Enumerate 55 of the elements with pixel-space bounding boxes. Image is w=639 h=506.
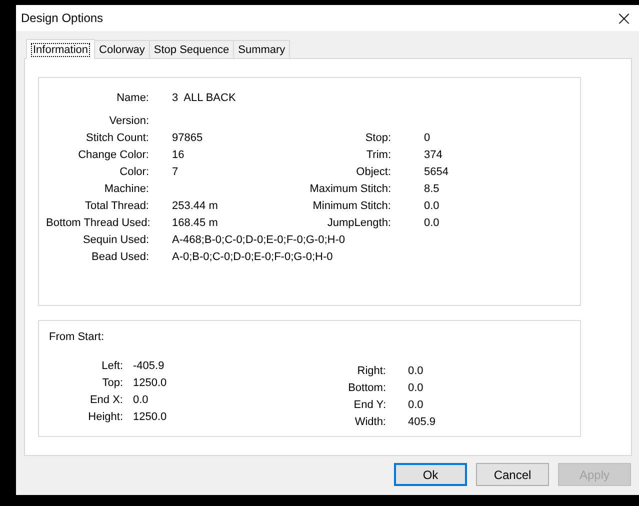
field-value: 16	[172, 149, 186, 162]
dialog-button[interactable]: Ok	[394, 463, 467, 486]
field-label: Maximum Stitch:	[308, 183, 391, 196]
field-label: Trim:	[365, 149, 391, 162]
field-value: A-468;B-0;C-0;D-0;E-0;F-0;G-0;H-0	[172, 234, 346, 247]
tab[interactable]: Summary	[233, 40, 290, 58]
field-label: Width:	[354, 416, 386, 429]
tab[interactable]: Colorway	[94, 40, 150, 58]
field-label: Machine:	[103, 183, 149, 196]
tab[interactable]: Stop Sequence	[148, 40, 234, 58]
field-value: 0.0	[423, 200, 440, 213]
field-label: Left:	[100, 360, 123, 373]
field-label: Name:	[116, 92, 149, 105]
field-value: 0.0	[423, 217, 440, 230]
field-label: Sequin Used:	[82, 234, 149, 247]
field-label: End X:	[88, 394, 123, 407]
field-label: JumpLength:	[326, 217, 391, 230]
field-label: Total Thread:	[84, 200, 149, 213]
field-value: 1250.0	[133, 411, 168, 424]
field-label: Minimum Stitch:	[312, 200, 391, 213]
field-value: 0.0	[408, 382, 424, 395]
field-label: Stop:	[364, 132, 391, 145]
field-value: -405.9	[133, 360, 166, 373]
field-value: 253.44 m	[172, 200, 219, 213]
field-label: End Y:	[352, 399, 386, 412]
field-value: 168.45 m	[172, 217, 219, 230]
field-label: Height:	[87, 411, 123, 424]
field-value: 405.9	[408, 416, 436, 429]
field-value: 3 ALL BACK	[172, 92, 237, 105]
field-label: Bead Used:	[90, 251, 149, 264]
field-label: Bottom:	[347, 382, 386, 395]
field-label: Color:	[118, 166, 149, 179]
field-label: Change Color:	[77, 149, 149, 162]
field-value: A-0;B-0;C-0;D-0;E-0;F-0;G-0;H-0	[172, 251, 334, 264]
field-label: Top:	[101, 377, 123, 390]
field-label: Bottom Thread Used:	[46, 217, 149, 230]
dialog-button[interactable]: Cancel	[476, 463, 549, 486]
field-value: 5654	[423, 166, 450, 179]
field-label: Object:	[355, 166, 391, 179]
field-label: Version:	[108, 115, 149, 128]
close-button[interactable]: ×	[609, 5, 639, 31]
window-title: Design Options	[20, 11, 104, 25]
field-value: 374	[423, 149, 444, 162]
group-title: From Start:	[49, 331, 106, 343]
tab[interactable]: Information	[26, 39, 96, 59]
field-value: 97865	[172, 132, 204, 145]
field-label: Right:	[356, 365, 386, 378]
field-value: 0.0	[408, 365, 424, 378]
field-label: Stitch Count:	[85, 132, 149, 145]
field-value: 0.0	[133, 394, 150, 407]
field-value: 1250.0	[133, 377, 168, 390]
field-value: 8.5	[423, 183, 440, 196]
field-value: 7	[172, 166, 180, 179]
field-value: 0	[423, 132, 432, 145]
field-value: 0.0	[408, 399, 424, 412]
